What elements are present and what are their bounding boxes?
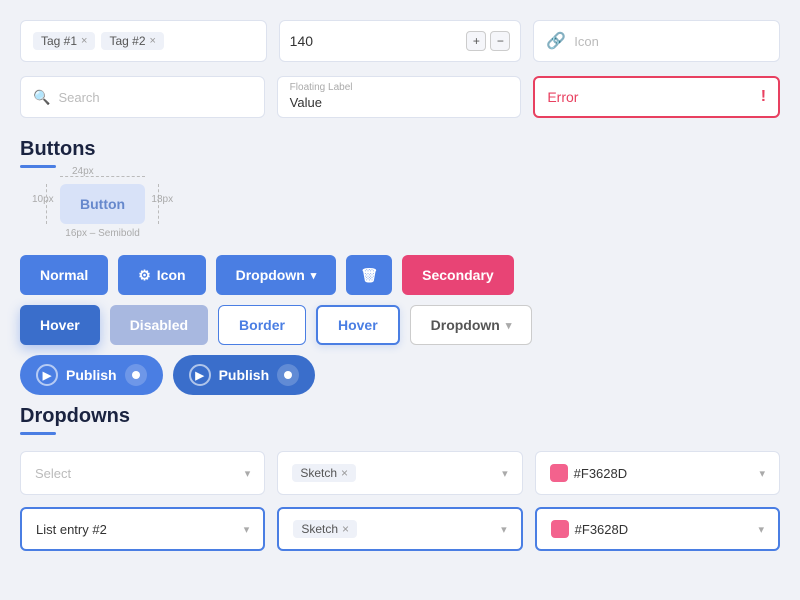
tag-2-close[interactable]: × bbox=[150, 35, 156, 47]
dropdown-chevron-icon-5: ▾ bbox=[501, 523, 507, 536]
dropdown-sketch-active-value: Sketch × bbox=[293, 520, 357, 538]
error-icon: ! bbox=[761, 88, 766, 106]
dropdown-chevron-icon-6: ▾ bbox=[758, 523, 764, 536]
gear-icon: ⚙ bbox=[138, 267, 151, 284]
dropdown-color-active[interactable]: #F3628D ▾ bbox=[535, 507, 780, 551]
publish-circle-icon-2: ▶ bbox=[189, 364, 211, 386]
number-value: 140 bbox=[290, 33, 459, 49]
publish-circle-icon-1: ▶ bbox=[36, 364, 58, 386]
search-placeholder: Search bbox=[58, 90, 99, 105]
error-text: Error bbox=[547, 89, 578, 105]
trash-icon: 🗑 bbox=[360, 267, 378, 284]
dropdown-color[interactable]: #F3628D ▾ bbox=[535, 451, 780, 495]
normal-button[interactable]: Normal bbox=[20, 255, 108, 295]
border-button[interactable]: Border bbox=[218, 305, 306, 345]
border-dropdown-button[interactable]: Dropdown ▾ bbox=[410, 305, 533, 345]
floating-label-input[interactable]: Floating Label Value bbox=[277, 76, 522, 118]
dropdown-chevron-icon-3: ▾ bbox=[759, 467, 765, 480]
buttons-divider bbox=[20, 165, 56, 168]
button-demo-area: 24px 10px Button 18px 16px – Semibold bbox=[60, 184, 145, 239]
delete-button[interactable]: 🗑 bbox=[346, 255, 392, 295]
dropdown-chevron-icon: ▾ bbox=[506, 319, 512, 332]
input-row-1: Tag #1 × Tag #2 × 140 + − 🔗 Icon bbox=[20, 20, 780, 62]
button-row-3: ▶ Publish ▶ Publish bbox=[20, 355, 780, 395]
floating-label: Floating Label bbox=[290, 83, 509, 93]
publish-dot-1 bbox=[125, 364, 147, 386]
tag-2[interactable]: Tag #2 × bbox=[101, 32, 163, 50]
dropdown-list-entry[interactable]: List entry #2 ▾ bbox=[20, 507, 265, 551]
link-icon: 🔗 bbox=[546, 31, 566, 51]
error-input[interactable]: Error ! bbox=[533, 76, 780, 118]
number-increment[interactable]: + bbox=[466, 31, 486, 51]
dropdown-sketch-value: Sketch × bbox=[292, 464, 356, 482]
dropdown-chevron-icon-4: ▾ bbox=[244, 523, 250, 536]
tag-close-icon-2[interactable]: × bbox=[342, 522, 349, 536]
dropdown-grid: Select ▾ Sketch × ▾ #F3628D ▾ List entry… bbox=[20, 451, 780, 551]
input-row-2: 🔍 Search Floating Label Value Error ! bbox=[20, 76, 780, 118]
dropdown-list-value: List entry #2 bbox=[36, 522, 107, 537]
tag-1[interactable]: Tag #1 × bbox=[33, 32, 95, 50]
icon-input[interactable]: 🔗 Icon bbox=[533, 20, 780, 62]
dropdown-button[interactable]: Dropdown ▾ bbox=[216, 255, 337, 295]
dashed-left-line bbox=[46, 184, 47, 224]
color-swatch bbox=[550, 464, 568, 482]
dropdown-color-active-value: #F3628D bbox=[551, 520, 628, 538]
number-decrement[interactable]: − bbox=[490, 31, 510, 51]
search-icon: 🔍 bbox=[33, 89, 50, 106]
dropdown-chevron-icon: ▾ bbox=[245, 467, 251, 480]
icon-placeholder: Icon bbox=[574, 34, 599, 49]
publish-button-2[interactable]: ▶ Publish bbox=[173, 355, 316, 395]
icon-button[interactable]: ⚙ Icon bbox=[118, 255, 205, 295]
dropdowns-divider bbox=[20, 432, 56, 435]
publish-dot-2 bbox=[277, 364, 299, 386]
dropdown-sketch[interactable]: Sketch × ▾ bbox=[277, 451, 522, 495]
dashed-top-line bbox=[60, 176, 145, 177]
color-swatch-active bbox=[551, 520, 569, 538]
number-input[interactable]: 140 + − bbox=[279, 20, 522, 62]
buttons-section: Buttons 24px 10px Button 18px 16px – Sem… bbox=[20, 138, 780, 395]
search-input[interactable]: 🔍 Search bbox=[20, 76, 265, 118]
tag-1-close[interactable]: × bbox=[81, 35, 87, 47]
hover-button[interactable]: Hover bbox=[20, 305, 100, 345]
dropdown-sketch-active[interactable]: Sketch × ▾ bbox=[277, 507, 522, 551]
annotation-bottom: 16px – Semibold bbox=[60, 228, 145, 239]
annotation-10px: 10px bbox=[32, 194, 54, 205]
button-row-2: Hover Disabled Border Hover Dropdown ▾ bbox=[20, 305, 780, 345]
dropdown-select[interactable]: Select ▾ bbox=[20, 451, 265, 495]
disabled-button: Disabled bbox=[110, 305, 208, 345]
dropdown-color-value: #F3628D bbox=[550, 464, 627, 482]
sketch-tag: Sketch × bbox=[292, 464, 356, 482]
dropdown-placeholder: Select bbox=[35, 466, 71, 481]
annotation-18px: 18px bbox=[151, 194, 173, 205]
tag-close-icon[interactable]: × bbox=[341, 466, 348, 480]
floating-value: Value bbox=[290, 95, 509, 110]
dropdown-chevron-icon-2: ▾ bbox=[502, 467, 508, 480]
tags-input[interactable]: Tag #1 × Tag #2 × bbox=[20, 20, 267, 62]
sketch-tag-active: Sketch × bbox=[293, 520, 357, 538]
border-hover-button[interactable]: Hover bbox=[316, 305, 400, 345]
buttons-title: Buttons bbox=[20, 138, 780, 161]
publish-button-1[interactable]: ▶ Publish bbox=[20, 355, 163, 395]
number-controls: + − bbox=[466, 31, 510, 51]
chevron-down-icon: ▾ bbox=[311, 269, 317, 282]
dropdowns-section: Dropdowns Select ▾ Sketch × ▾ #F3628D ▾ bbox=[20, 405, 780, 551]
secondary-button[interactable]: Secondary bbox=[402, 255, 514, 295]
button-row-1: Normal ⚙ Icon Dropdown ▾ 🗑 Secondary bbox=[20, 255, 780, 295]
demo-button[interactable]: Button bbox=[60, 184, 145, 224]
dropdowns-title: Dropdowns bbox=[20, 405, 780, 428]
